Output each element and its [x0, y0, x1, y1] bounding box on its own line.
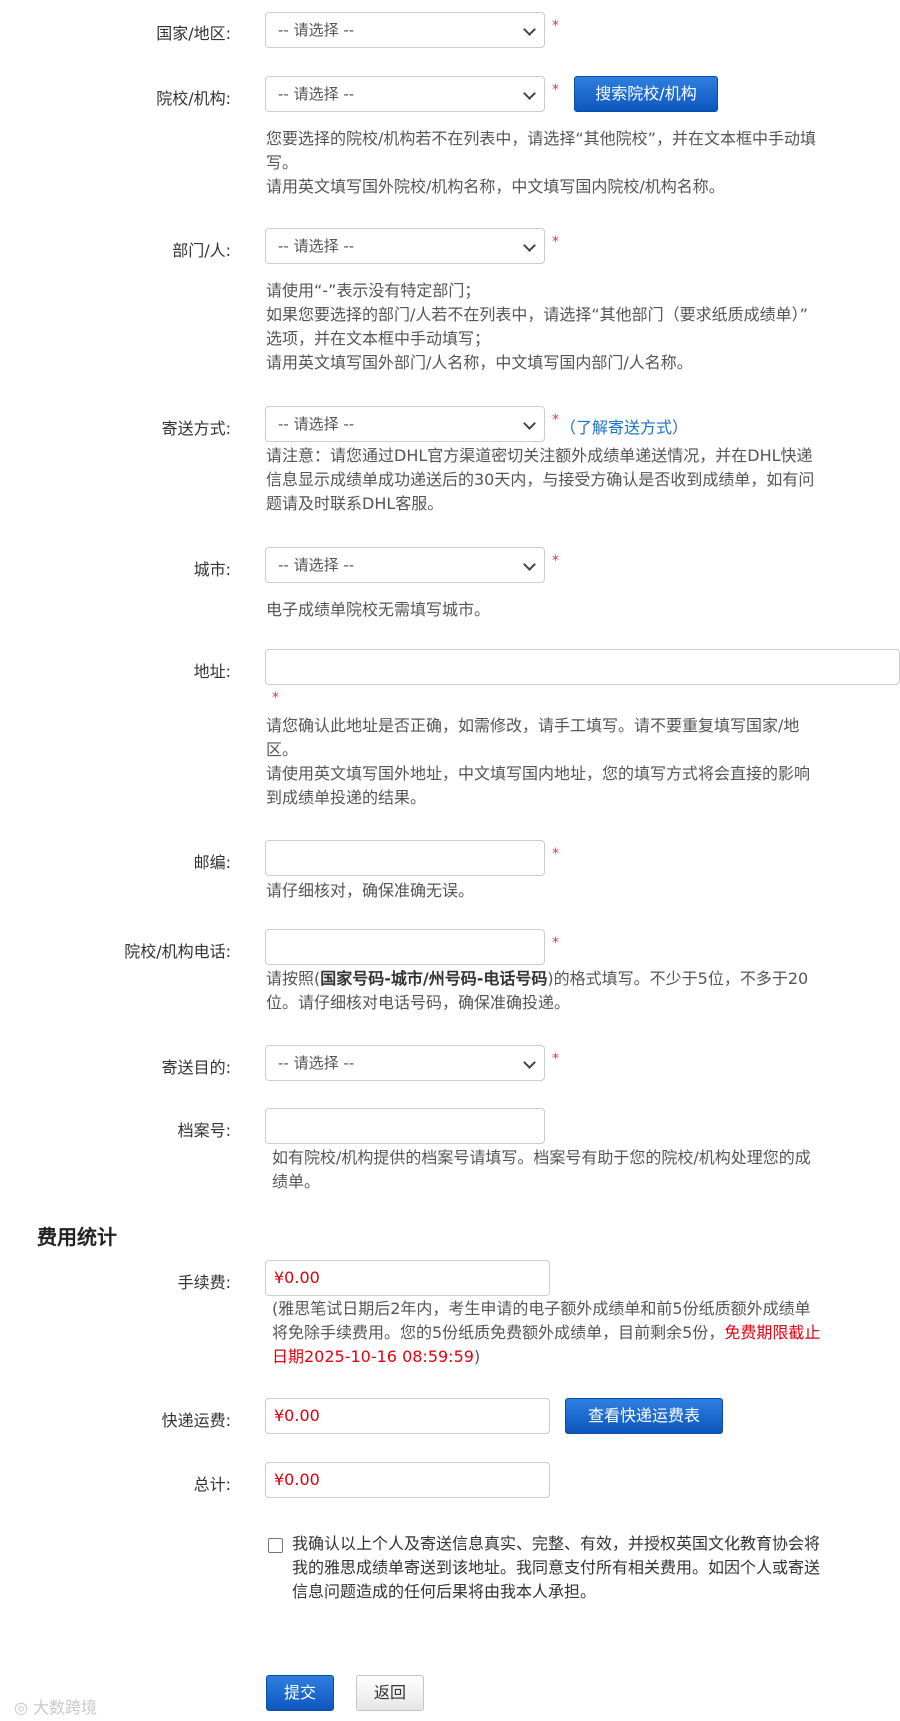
phone-help: 请按照(国家号码-城市/州号码-电话号码)的格式填写。不少于5位，不多于20 位… [266, 967, 808, 1015]
chevron-down-icon [523, 87, 536, 100]
city-select[interactable]: -- 请选择 -- [265, 547, 545, 583]
file-no-help-line: 绩单。 [272, 1172, 321, 1191]
department-select-value: -- 请选择 -- [278, 237, 355, 255]
delivery-help: 请注意：请您通过DHL官方渠道密切关注额外成绩单递送情况，并在DHL快递 信息显… [266, 444, 814, 516]
phone-help-pre: 请按照( [266, 969, 321, 988]
institution-label: 院校/机构: [156, 89, 231, 108]
purpose-select-value: -- 请选择 -- [278, 1054, 355, 1072]
department-help-line: 请使用“-”表示没有特定部门； [266, 281, 481, 300]
file-no-help-line: 如有院校/机构提供的档案号请填写。档案号有助于您的院校/机构处理您的成 [272, 1148, 811, 1167]
phone-format: 国家号码-城市/州号码-电话号码 [320, 969, 548, 988]
delivery-help-line: 请注意：请您通过DHL官方渠道密切关注额外成绩单递送情况，并在DHL快递 [266, 446, 813, 465]
address-help-line: 区。 [266, 740, 299, 759]
delivery-help-line: 题请及时联系DHL客服。 [266, 494, 444, 513]
express-fee-field: ¥0.00 [265, 1398, 550, 1434]
confirm-text: 我确认以上个人及寄送信息真实、完整、有效，并授权英国文化教育协会将 我的雅思成绩… [292, 1532, 820, 1604]
city-label: 城市: [193, 560, 231, 579]
submit-button[interactable]: 提交 [266, 1675, 334, 1711]
chevron-down-icon [523, 239, 536, 252]
department-help-line: 选项，并在文本框中手动填写； [266, 329, 491, 348]
chevron-down-icon [523, 558, 536, 571]
institution-select[interactable]: -- 请选择 -- [265, 76, 545, 112]
department-help-line: 请用英文填写国外部门/人名称，中文填写国内部门/人名称。 [266, 353, 693, 372]
address-help-line: 请您确认此地址是否正确，如需修改，请手工填写。请不要重复填写国家/地 [266, 716, 800, 735]
delivery-help-line: 信息显示成绩单成功递送后的30天内，与接受方确认是否收到成绩单，如有问 [266, 470, 815, 489]
free-deadline-text: 免费期限截止 [724, 1323, 821, 1342]
fees-section-title: 费用统计 [37, 1225, 117, 1249]
learn-delivery-link[interactable]: （了解寄送方式） [560, 414, 688, 438]
delivery-select[interactable]: -- 请选择 -- [265, 406, 545, 442]
watermark: ◎ 大数跨境 [14, 1694, 97, 1718]
phone-label: 院校/机构电话: [124, 942, 231, 961]
chevron-down-icon [523, 417, 536, 430]
handling-fee-help-text: 将免除手续费用。您的5份纸质免费额外成绩单，目前剩余5份， [272, 1323, 725, 1342]
required-mark: * [552, 412, 559, 428]
department-help: 请使用“-”表示没有特定部门； 如果您要选择的部门/人若不在列表中，请选择“其他… [266, 279, 808, 375]
department-select[interactable]: -- 请选择 -- [265, 228, 545, 264]
chevron-down-icon [523, 1056, 536, 1069]
file-no-input[interactable] [265, 1108, 545, 1144]
phone-help-line: 请按照(国家号码-城市/州号码-电话号码)的格式填写。不少于5位，不多于20 [266, 967, 808, 991]
department-help-line: 如果您要选择的部门/人若不在列表中，请选择“其他部门（要求纸质成绩单）” [266, 305, 808, 324]
required-mark: * [552, 82, 559, 98]
phone-help-line: 位。请仔细核对电话号码，确保准确投递。 [266, 993, 571, 1012]
city-help: 电子成绩单院校无需填写城市。 [266, 600, 491, 619]
handling-fee-help: (雅思笔试日期后2年内，考生申请的电子额外成绩单和前5份纸质额外成绩单 将免除手… [272, 1297, 820, 1369]
department-label: 部门/人: [172, 241, 231, 260]
chevron-down-icon [523, 23, 536, 36]
search-institution-button[interactable]: 搜索院校/机构 [574, 76, 718, 112]
delivery-select-value: -- 请选择 -- [278, 415, 355, 433]
handling-fee-help-line: (雅思笔试日期后2年内，考生申请的电子额外成绩单和前5份纸质额外成绩单 [272, 1299, 811, 1318]
watermark-logo-icon: ◎ [14, 1698, 34, 1717]
phone-help-post: )的格式填写。不少于5位，不多于20 [547, 969, 809, 988]
required-mark: * [552, 935, 559, 951]
total-label: 总计: [193, 1475, 231, 1494]
country-select-value: -- 请选择 -- [278, 21, 355, 39]
back-button[interactable]: 返回 [356, 1675, 424, 1711]
confirm-text-line: 信息问题造成的任何后果将由我本人承担。 [292, 1582, 597, 1601]
handling-fee-help-close: ) [473, 1347, 481, 1366]
file-no-label: 档案号: [177, 1121, 231, 1140]
institution-help-line: 您要选择的院校/机构若不在列表中，请选择“其他院校”，并在文本框中手动填 [266, 129, 816, 148]
postcode-help: 请仔细核对，确保准确无误。 [266, 881, 475, 900]
purpose-select[interactable]: -- 请选择 -- [265, 1045, 545, 1081]
handling-fee-help-line: 将免除手续费用。您的5份纸质免费额外成绩单，目前剩余5份，免费期限截止 [272, 1321, 820, 1345]
delivery-label: 寄送方式: [161, 419, 231, 438]
address-help: 请您确认此地址是否正确，如需修改，请手工填写。请不要重复填写国家/地 区。 请使… [266, 714, 810, 810]
address-input[interactable] [265, 649, 900, 685]
confirm-text-line: 我的雅思成绩单寄送到该地址。我同意支付所有相关费用。如因个人或寄送 [292, 1558, 821, 1577]
handling-fee-field: ¥0.00 [265, 1260, 550, 1296]
purpose-label: 寄送目的: [161, 1058, 231, 1077]
free-deadline-date: 日期2025-10-16 08:59:59 [272, 1347, 474, 1366]
country-select[interactable]: -- 请选择 -- [265, 12, 545, 48]
institution-select-value: -- 请选择 -- [278, 85, 355, 103]
express-fee-label: 快递运费: [161, 1411, 231, 1430]
required-mark: * [272, 690, 279, 706]
institution-help-line: 请用英文填写国外院校/机构名称，中文填写国内院校/机构名称。 [266, 177, 725, 196]
institution-help: 您要选择的院校/机构若不在列表中，请选择“其他院校”，并在文本框中手动填 写。 … [266, 127, 816, 199]
country-label: 国家/地区: [156, 24, 231, 43]
required-mark: * [552, 1051, 559, 1067]
address-help-line: 到成绩单投递的结果。 [266, 788, 427, 807]
address-label: 地址: [193, 662, 231, 681]
postcode-input[interactable] [265, 840, 545, 876]
view-express-fee-button[interactable]: 查看快递运费表 [565, 1398, 723, 1434]
confirm-checkbox[interactable] [268, 1538, 283, 1553]
institution-help-line: 写。 [266, 153, 299, 172]
total-field: ¥0.00 [265, 1462, 550, 1498]
required-mark: * [552, 846, 559, 862]
postcode-label: 邮编: [193, 853, 231, 872]
file-no-help: 如有院校/机构提供的档案号请填写。档案号有助于您的院校/机构处理您的成 绩单。 [272, 1146, 811, 1194]
phone-input[interactable] [265, 929, 545, 965]
confirm-text-line: 我确认以上个人及寄送信息真实、完整、有效，并授权英国文化教育协会将 [292, 1534, 821, 1553]
required-mark: * [552, 553, 559, 569]
required-mark: * [552, 18, 559, 34]
handling-fee-label: 手续费: [177, 1273, 231, 1292]
address-help-line: 请使用英文填写国外地址，中文填写国内地址，您的填写方式将会直接的影响 [266, 764, 811, 783]
required-mark: * [552, 234, 559, 250]
handling-fee-help-line: 日期2025-10-16 08:59:59) [272, 1345, 820, 1369]
city-select-value: -- 请选择 -- [278, 556, 355, 574]
watermark-text: 大数跨境 [33, 1698, 98, 1717]
